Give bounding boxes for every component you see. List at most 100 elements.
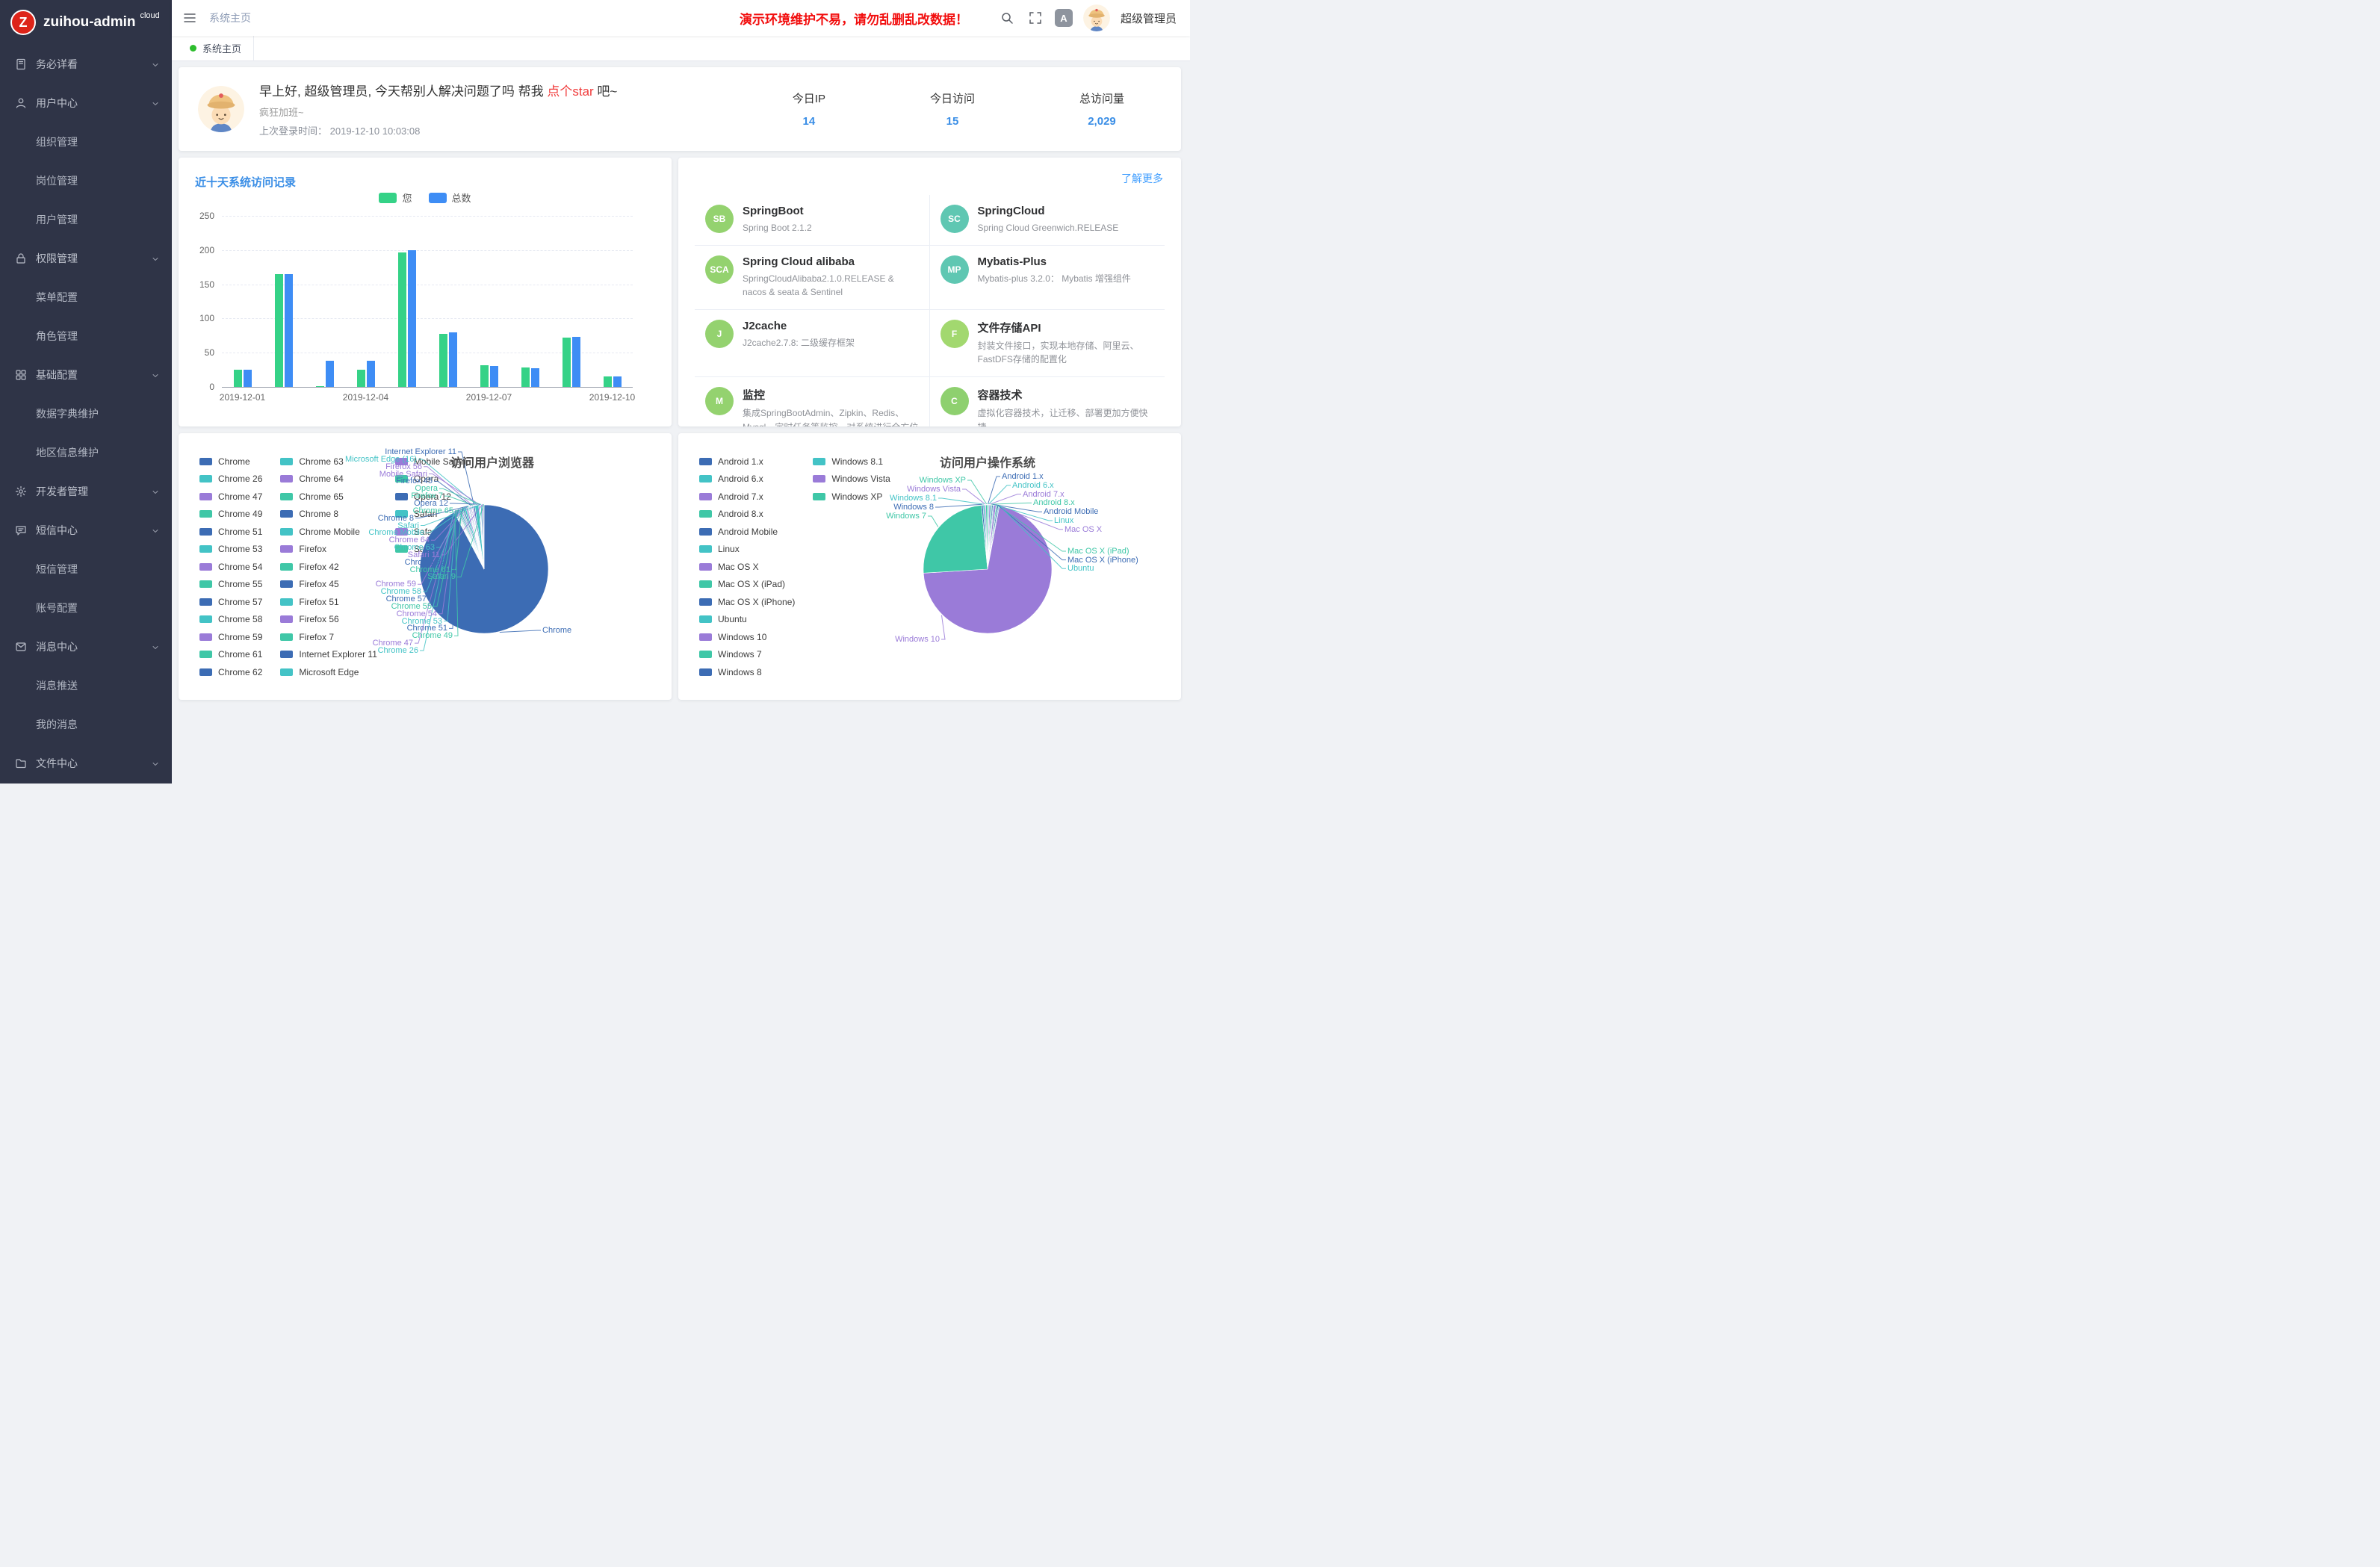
sidebar-item[interactable]: 文件中心 [0, 744, 172, 783]
last-login-time: 2019-12-10 10:03:08 [330, 125, 421, 137]
feature-title: SpringCloud [978, 205, 1119, 217]
feature-desc: Spring Boot 2.1.2 [743, 221, 812, 235]
username[interactable]: 超级管理员 [1121, 10, 1177, 26]
sidebar-item[interactable]: 用户中心 [0, 84, 172, 122]
callout-line [941, 615, 945, 639]
sidebar-item[interactable]: 短信中心 [0, 511, 172, 550]
breadcrumb[interactable]: 系统主页 [209, 10, 251, 25]
sidebar-subitem[interactable]: 菜单配置 [0, 278, 172, 317]
sidebar-item[interactable]: 务必详看 [0, 45, 172, 84]
legend-chip [379, 193, 397, 203]
bar [521, 367, 530, 387]
avatar [198, 86, 244, 132]
callout-line [500, 630, 541, 632]
callout-line [990, 494, 1021, 504]
stat-label: 总访问量 [1079, 90, 1124, 106]
bar [316, 386, 324, 387]
feature-item: SBSpringBootSpring Boot 2.1.2 [695, 195, 930, 246]
sidebar-subitem[interactable]: 角色管理 [0, 317, 172, 356]
gridline [222, 387, 633, 388]
chart-title: 访问用户操作系统 [905, 453, 1070, 471]
axis-tick-label: 100 [199, 313, 214, 323]
feature-desc: J2cache2.7.8: 二级缓存框架 [743, 336, 855, 350]
chevron-down-icon [151, 60, 160, 69]
axis-tick-label: 250 [199, 211, 214, 221]
feature-item: SCSpringCloudSpring Cloud Greenwich.RELE… [930, 195, 1165, 246]
feature-title: SpringBoot [743, 205, 812, 217]
tab-label: 系统主页 [202, 41, 241, 55]
sidebar-item[interactable]: 权限管理 [0, 239, 172, 278]
axis-tick-label: 0 [209, 382, 214, 392]
feature-item: JJ2cacheJ2cache2.7.8: 二级缓存框架 [695, 310, 930, 377]
sidebar-subitem[interactable]: 用户管理 [0, 200, 172, 239]
font-size-icon[interactable]: A [1055, 9, 1073, 27]
bar [408, 250, 416, 387]
chevron-down-icon [151, 642, 160, 651]
browser-pie-chart [179, 433, 672, 700]
sidebar-subitem[interactable]: 消息推送 [0, 666, 172, 705]
feature-desc: 集成SpringBootAdmin、Zipkin、Redis、Mysql、定时任… [743, 406, 919, 426]
stat-value: 15 [930, 115, 975, 128]
sidebar-subitem[interactable]: 数据字典维护 [0, 394, 172, 433]
lock-icon [15, 252, 27, 264]
sidebar-item[interactable]: 开发者管理 [0, 472, 172, 511]
os-chart-card: Android 1.xAndroid 6.xAndroid 7.xAndroid… [678, 433, 1181, 700]
feature-title: 监控 [743, 387, 919, 403]
axis-tick-label: 2019-12-10 [583, 392, 642, 403]
greeting-text: 早上好, 超级管理员, 今天帮别人解决问题了吗 帮我 [259, 84, 547, 99]
greeting: 早上好, 超级管理员, 今天帮别人解决问题了吗 帮我 点个star 吧~ [259, 81, 617, 99]
legend-item[interactable]: 总数 [429, 190, 471, 205]
feature-desc: SpringCloudAlibaba2.1.0.RELEASE & nacos … [743, 272, 919, 300]
sidebar-item-label: 开发者管理 [36, 484, 142, 499]
stat: 总访问量2,029 [1079, 90, 1124, 128]
sidebar-item-label: 消息中心 [36, 639, 142, 654]
sidebar-item-label: 短信中心 [36, 523, 142, 538]
legend-item[interactable]: 您 [379, 190, 412, 205]
sidebar-subitem[interactable]: 短信管理 [0, 550, 172, 589]
sidebar-subitem[interactable]: 我的消息 [0, 705, 172, 744]
collapse-sidebar-icon[interactable] [181, 9, 199, 27]
welcome-subtitle: 疯狂加班~ [259, 105, 617, 119]
chevron-down-icon [151, 487, 160, 496]
bar [480, 365, 489, 387]
callout-line [424, 467, 472, 506]
feature-desc: 虚拟化容器技术，让迁移、部署更加方便快捷 [978, 406, 1155, 426]
topbar: 系统主页 演示环境维护不易，请勿乱删乱改数据！ A 超级管理员 [172, 0, 1190, 36]
logo[interactable]: Z zuihou-admin cloud [0, 0, 172, 45]
callout-line [928, 516, 938, 527]
sidebar-subitem[interactable]: 岗位管理 [0, 161, 172, 200]
feature-title: 容器技术 [978, 387, 1155, 403]
bar [275, 274, 283, 387]
avatar[interactable] [1083, 4, 1110, 31]
feature-badge: C [940, 387, 969, 415]
sidebar-subitem[interactable]: 地区信息维护 [0, 433, 172, 472]
sidebar-subitem[interactable]: 组织管理 [0, 122, 172, 161]
feature-text: J2cacheJ2cache2.7.8: 二级缓存框架 [743, 320, 855, 367]
bar [563, 338, 571, 387]
feature-item: M 监控集成SpringBootAdmin、Zipkin、Redis、Mysql、… [695, 377, 930, 426]
sidebar-item[interactable]: 基础配置 [0, 356, 172, 394]
star-link[interactable]: 点个star [547, 84, 593, 99]
pies-row: ChromeChrome 26Chrome 47Chrome 49Chrome … [179, 433, 1181, 700]
bar [572, 337, 580, 387]
last-login: 上次登录时间： 2019-12-10 10:03:08 [259, 123, 617, 137]
axis-tick-label: 50 [205, 347, 214, 358]
learn-more-link[interactable]: 了解更多 [1121, 171, 1163, 186]
feature-badge: MP [940, 255, 969, 284]
fullscreen-icon[interactable] [1026, 9, 1044, 27]
bar [357, 370, 365, 387]
feature-item: SCASpring Cloud alibabaSpringCloudAlibab… [695, 246, 930, 310]
chevron-down-icon [151, 759, 160, 768]
stat: 今日IP14 [793, 90, 825, 128]
tab-home[interactable]: 系统主页 [178, 36, 254, 61]
bar [367, 361, 375, 387]
search-icon[interactable] [998, 9, 1016, 27]
bar [285, 274, 293, 387]
browser-chart-card: ChromeChrome 26Chrome 47Chrome 49Chrome … [179, 433, 672, 700]
bar [613, 376, 622, 387]
feature-badge: M [705, 387, 734, 415]
sidebar-subitem[interactable]: 账号配置 [0, 589, 172, 627]
stat: 今日访问15 [930, 90, 975, 128]
sidebar-item[interactable]: 消息中心 [0, 627, 172, 666]
message-icon [15, 641, 27, 653]
